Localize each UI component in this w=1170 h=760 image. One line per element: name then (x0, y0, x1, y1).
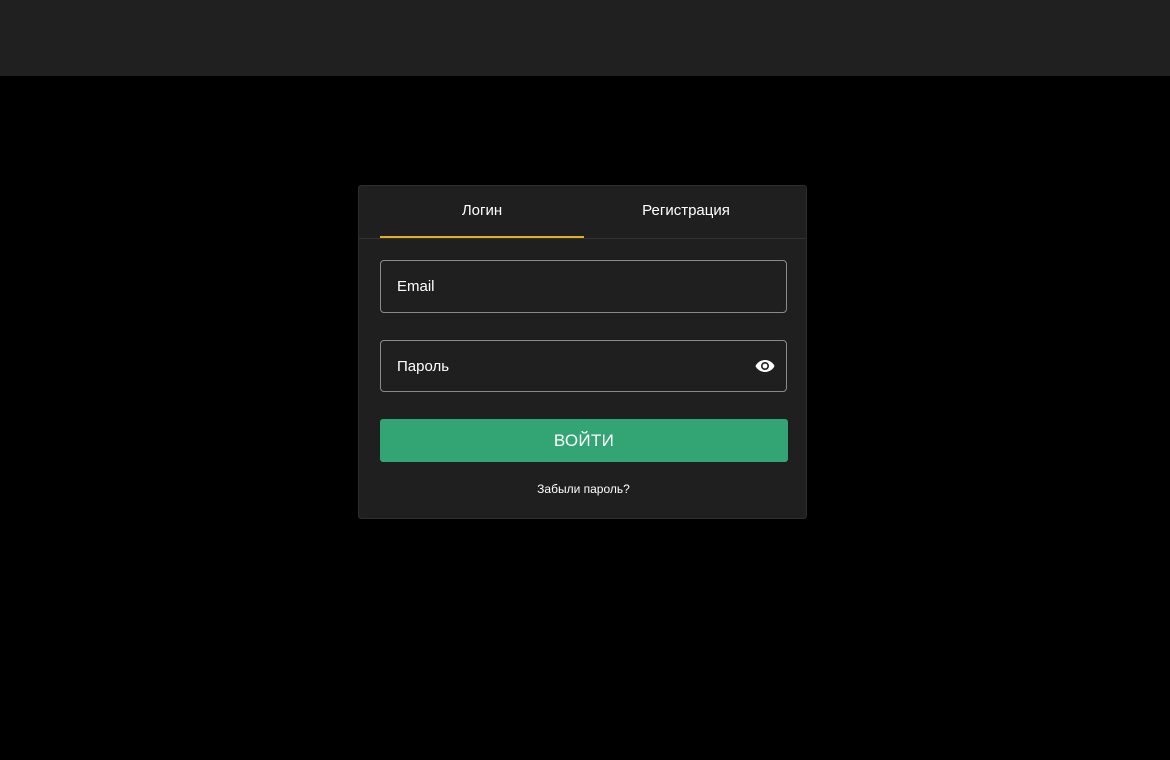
top-bar (0, 0, 1170, 76)
email-field (380, 260, 787, 313)
login-button[interactable]: ВОЙТИ (380, 419, 788, 462)
auth-tabs: Логин Регистрация (359, 186, 806, 239)
forgot-password-link[interactable]: Забыли пароль? (359, 482, 808, 496)
auth-card: Логин Регистрация ВОЙТИ Забыли пароль? (358, 185, 807, 519)
tab-login[interactable]: Логин (380, 186, 584, 238)
password-field (380, 340, 787, 392)
active-tab-indicator (380, 236, 584, 238)
email-input[interactable] (381, 261, 786, 312)
password-input[interactable] (381, 341, 786, 391)
tab-register[interactable]: Регистрация (584, 186, 788, 238)
eye-icon[interactable] (755, 358, 775, 374)
